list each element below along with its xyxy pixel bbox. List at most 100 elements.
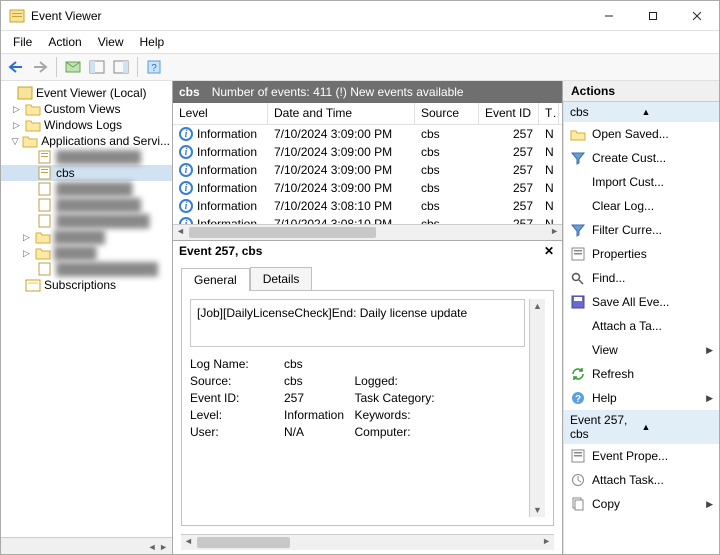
column-taskcategory[interactable]: T… bbox=[539, 103, 559, 124]
action-item[interactable]: Import Cust... bbox=[564, 170, 719, 194]
log-icon bbox=[37, 182, 53, 196]
tree-item[interactable]: ██████████ bbox=[1, 197, 172, 213]
detail-v-scrollbar[interactable] bbox=[529, 299, 545, 517]
tree-label-blur: █████ bbox=[54, 246, 97, 260]
tree-label-blur: ███████████ bbox=[56, 214, 150, 228]
action-item[interactable]: ?Help▶ bbox=[564, 386, 719, 410]
event-row[interactable]: iInformation7/10/2024 3:09:00 PMcbs257N bbox=[173, 161, 562, 179]
action-item[interactable]: Find... bbox=[564, 266, 719, 290]
events-list[interactable]: Level Date and Time Source Event ID T… i… bbox=[173, 103, 562, 241]
value-eventid: 257 bbox=[284, 391, 351, 405]
event-row[interactable]: iInformation7/10/2024 3:09:00 PMcbs257N bbox=[173, 143, 562, 161]
action-item[interactable]: Refresh bbox=[564, 362, 719, 386]
action-item[interactable]: Save All Eve... bbox=[564, 290, 719, 314]
tab-general[interactable]: General bbox=[181, 268, 250, 291]
maximize-button[interactable] bbox=[631, 1, 675, 30]
action-item[interactable]: View▶ bbox=[564, 338, 719, 362]
event-row[interactable]: iInformation7/10/2024 3:08:10 PMcbs257N bbox=[173, 215, 562, 224]
event-id: 257 bbox=[479, 199, 539, 213]
close-button[interactable] bbox=[675, 1, 719, 30]
tree-applications-services[interactable]: ▽Applications and Servi... bbox=[1, 133, 172, 149]
svg-text:?: ? bbox=[151, 63, 157, 74]
event-source: cbs bbox=[415, 181, 479, 195]
help-button[interactable]: ? bbox=[143, 56, 165, 78]
detail-close-button[interactable]: ✕ bbox=[542, 244, 556, 258]
action-item[interactable]: Open Saved... bbox=[564, 122, 719, 146]
event-detail-pane: Event 257, cbs ✕ General Details [Job][D… bbox=[173, 241, 562, 554]
tree-root[interactable]: Event Viewer (Local) bbox=[1, 85, 172, 101]
tree-item[interactable]: ██████████ bbox=[1, 149, 172, 165]
forward-button[interactable] bbox=[29, 56, 51, 78]
event-id: 257 bbox=[479, 217, 539, 224]
menu-help[interactable]: Help bbox=[132, 32, 173, 52]
action-item[interactable]: Attach Task... bbox=[564, 468, 719, 492]
tree-label-blur: ████████████ bbox=[56, 262, 158, 276]
detail-h-scrollbar[interactable] bbox=[181, 534, 554, 550]
column-source[interactable]: Source bbox=[415, 103, 479, 124]
action-item[interactable]: Create Cust... bbox=[564, 146, 719, 170]
menu-view[interactable]: View bbox=[90, 32, 132, 52]
event-level: Information bbox=[197, 145, 257, 159]
action-label: Open Saved... bbox=[592, 127, 713, 141]
log-icon bbox=[37, 150, 53, 164]
action-label: Attach Task... bbox=[592, 473, 713, 487]
action-item[interactable]: Filter Curre... bbox=[564, 218, 719, 242]
event-row[interactable]: iInformation7/10/2024 3:08:10 PMcbs257N bbox=[173, 197, 562, 215]
expand-icon[interactable]: ▷ bbox=[21, 232, 32, 243]
menu-action[interactable]: Action bbox=[40, 32, 89, 52]
event-source: cbs bbox=[415, 145, 479, 159]
panel-toggle-1[interactable] bbox=[86, 56, 108, 78]
event-source: cbs bbox=[415, 217, 479, 224]
column-date[interactable]: Date and Time bbox=[268, 103, 415, 124]
panel-toggle-2[interactable] bbox=[110, 56, 132, 78]
back-button[interactable] bbox=[5, 56, 27, 78]
action-item[interactable]: Clear Log... bbox=[564, 194, 719, 218]
expand-icon[interactable]: ▷ bbox=[21, 248, 32, 259]
action-label: Clear Log... bbox=[592, 199, 713, 213]
event-id: 257 bbox=[479, 127, 539, 141]
chevron-right-icon: ▶ bbox=[706, 345, 713, 356]
menu-file[interactable]: File bbox=[5, 32, 40, 52]
event-row[interactable]: iInformation7/10/2024 3:09:00 PMcbs257N bbox=[173, 179, 562, 197]
action-item[interactable]: Properties bbox=[564, 242, 719, 266]
title-bar: Event Viewer bbox=[1, 1, 719, 31]
tree-item[interactable]: ████████████ bbox=[1, 261, 172, 277]
tree-item[interactable]: ███████████ bbox=[1, 213, 172, 229]
column-level[interactable]: Level bbox=[173, 103, 268, 124]
label-user: User: bbox=[190, 425, 280, 439]
collapse-icon[interactable]: ▽ bbox=[11, 136, 19, 147]
action-item[interactable]: Event Prope... bbox=[564, 444, 719, 468]
event-date: 7/10/2024 3:09:00 PM bbox=[268, 127, 415, 141]
action-item[interactable]: Attach a Ta... bbox=[564, 314, 719, 338]
tree-subscriptions[interactable]: Subscriptions bbox=[1, 277, 172, 293]
tree-root-label: Event Viewer (Local) bbox=[36, 86, 147, 100]
navigation-tree[interactable]: Event Viewer (Local) ▷Custom Views ▷Wind… bbox=[1, 81, 173, 554]
column-eventid[interactable]: Event ID bbox=[479, 103, 539, 124]
info-icon: i bbox=[179, 127, 193, 141]
action-label: Help bbox=[592, 391, 700, 405]
tree-custom-views[interactable]: ▷Custom Views bbox=[1, 101, 172, 117]
tab-details[interactable]: Details bbox=[250, 267, 313, 290]
expand-icon[interactable]: ▷ bbox=[11, 120, 22, 131]
events-column-headers[interactable]: Level Date and Time Source Event ID T… bbox=[173, 103, 562, 125]
tree-label-blur: ██████ bbox=[54, 230, 105, 244]
show-tree-button[interactable] bbox=[62, 56, 84, 78]
event-id: 257 bbox=[479, 163, 539, 177]
tree-windows-logs[interactable]: ▷Windows Logs bbox=[1, 117, 172, 133]
event-row[interactable]: iInformation7/10/2024 3:09:00 PMcbs257N bbox=[173, 125, 562, 143]
action-label: Refresh bbox=[592, 367, 713, 381]
expand-icon[interactable]: ▷ bbox=[11, 104, 22, 115]
log-icon bbox=[37, 198, 53, 212]
label-logname: Log Name: bbox=[190, 357, 280, 371]
tree-folder-item[interactable]: ▷ ██████ bbox=[1, 229, 172, 245]
value-source: cbs bbox=[284, 374, 351, 388]
tree-item[interactable]: █████████ bbox=[1, 181, 172, 197]
events-h-scrollbar[interactable] bbox=[173, 224, 562, 240]
tree-folder-item[interactable]: ▷ █████ bbox=[1, 245, 172, 261]
subscriptions-icon bbox=[25, 278, 41, 292]
action-item[interactable]: Copy▶ bbox=[564, 492, 719, 516]
actions-section-header[interactable]: cbs▲ bbox=[564, 102, 719, 122]
minimize-button[interactable] bbox=[587, 1, 631, 30]
tree-cbs[interactable]: cbs bbox=[1, 165, 172, 181]
actions-section-header[interactable]: Event 257, cbs▲ bbox=[564, 410, 719, 444]
